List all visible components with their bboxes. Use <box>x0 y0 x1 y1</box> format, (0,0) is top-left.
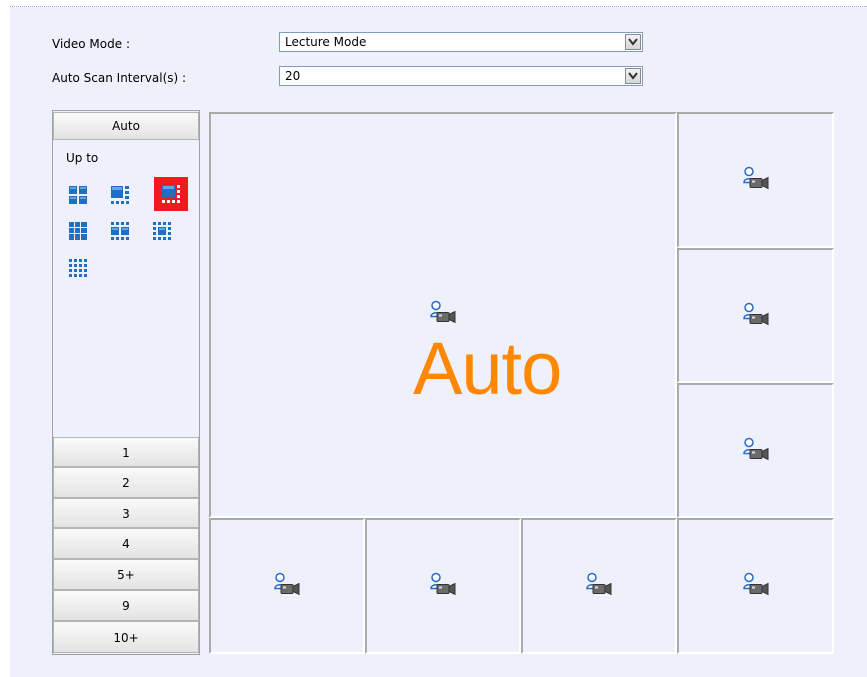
camera-icon <box>742 302 769 329</box>
video-mode-value: Lecture Mode <box>285 35 367 49</box>
layout-3x3-icon[interactable] <box>69 222 87 240</box>
video-layout-page: Video Mode : Lecture Mode Auto Scan Inte… <box>0 0 867 677</box>
camera-icon <box>430 300 456 328</box>
layout-1plus12-icon[interactable] <box>153 222 171 240</box>
layout-sidebar: Auto Up to 1 2 3 4 5+ 9 10+ <box>52 110 200 655</box>
video-mode-label: Video Mode : <box>52 37 130 51</box>
video-mode-select[interactable]: Lecture Mode <box>279 32 643 52</box>
video-cell-bottom-2[interactable] <box>365 518 521 654</box>
count-button-3[interactable]: 3 <box>53 498 199 528</box>
camera-icon <box>742 166 769 194</box>
layout-1plus7-icon[interactable] <box>154 177 188 211</box>
scan-interval-value: 20 <box>285 69 301 83</box>
video-cell-bottom-4[interactable] <box>677 518 834 654</box>
chevron-down-icon[interactable] <box>625 34 641 50</box>
camera-icon <box>586 572 612 600</box>
layout-2x2-icon[interactable] <box>69 186 87 204</box>
count-button-5plus[interactable]: 5+ <box>53 559 199 590</box>
layout-4x4-icon[interactable] <box>69 259 87 277</box>
video-cell-main[interactable] <box>209 112 677 518</box>
scan-interval-select[interactable]: 20 <box>279 66 643 86</box>
camera-icon <box>742 437 769 464</box>
layout-1plus3-icon[interactable] <box>111 186 129 204</box>
camera-icon <box>742 572 769 600</box>
video-cell-right-3[interactable] <box>677 383 834 518</box>
scan-interval-label: Auto Scan Interval(s) : <box>52 71 187 85</box>
auto-overlay-text: Auto <box>413 327 562 410</box>
layout-2plus8-icon[interactable] <box>111 222 129 240</box>
video-cell-right-2[interactable] <box>677 248 834 383</box>
up-to-label: Up to <box>66 151 99 165</box>
camera-icon <box>430 572 456 600</box>
video-cell-right-1[interactable] <box>677 112 834 248</box>
video-cell-bottom-1[interactable] <box>209 518 365 654</box>
count-button-1[interactable]: 1 <box>53 437 199 467</box>
count-button-2[interactable]: 2 <box>53 467 199 498</box>
count-button-9[interactable]: 9 <box>53 590 199 621</box>
count-button-4[interactable]: 4 <box>53 528 199 559</box>
auto-button[interactable]: Auto <box>53 112 199 140</box>
count-button-10plus[interactable]: 10+ <box>53 621 199 653</box>
video-cell-bottom-3[interactable] <box>521 518 677 654</box>
chevron-down-icon[interactable] <box>625 68 641 84</box>
camera-icon <box>274 572 300 600</box>
